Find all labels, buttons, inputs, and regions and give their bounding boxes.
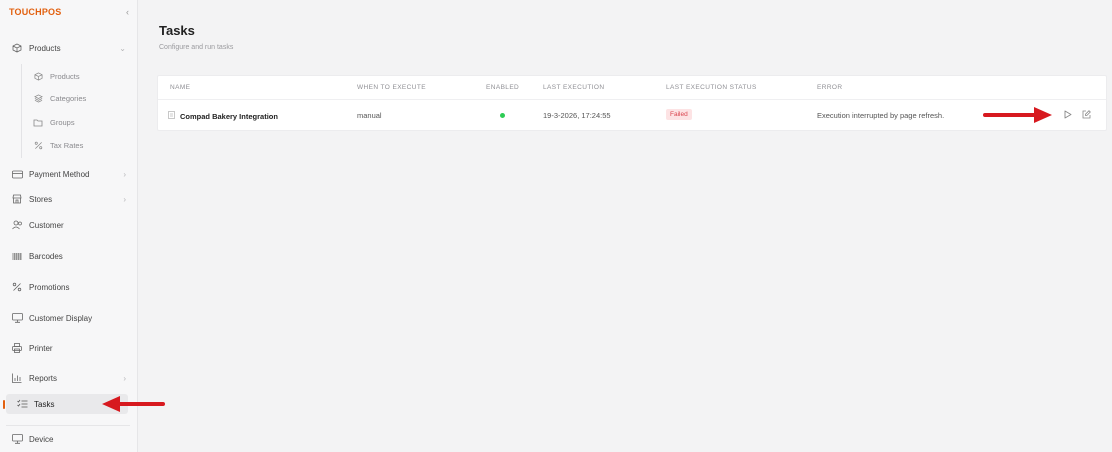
- play-icon: [1064, 110, 1071, 119]
- box-icon: [10, 41, 24, 55]
- sidebar-subitem-groups[interactable]: Groups: [0, 113, 138, 131]
- column-header-last-execution-status: LAST EXECUTION STATUS: [666, 84, 757, 91]
- barcode-icon: [10, 249, 24, 263]
- store-icon: [10, 192, 24, 206]
- sidebar-item-label: Promotions: [29, 282, 70, 292]
- sidebar-item-device[interactable]: Device: [0, 429, 138, 449]
- layers-icon: [32, 92, 44, 104]
- sidebar-item-tasks[interactable]: Tasks: [3, 394, 128, 414]
- sidebar-subitem-categories[interactable]: Categories: [0, 89, 138, 107]
- main-content: Tasks Configure and run tasks NAME WHEN …: [138, 0, 1112, 452]
- sidebar-header: TOUCHPOS ‹: [0, 0, 137, 24]
- box-icon: [32, 70, 44, 82]
- folder-icon: [32, 116, 44, 128]
- sidebar-subitem-tax-rates[interactable]: Tax Rates: [0, 136, 138, 154]
- task-name-cell: Compad Bakery Integration: [168, 111, 278, 121]
- sidebar-item-label: Products: [29, 43, 61, 53]
- sidebar-item-label: Barcodes: [29, 251, 63, 261]
- run-task-button[interactable]: [1061, 108, 1074, 121]
- enabled-status-dot: [500, 113, 505, 118]
- sidebar-item-customer[interactable]: Customer: [0, 215, 138, 235]
- sidebar-item-label: Payment Method: [29, 169, 90, 179]
- sidebar-item-label: Reports: [29, 373, 58, 383]
- sidebar-subitem-label: Groups: [50, 117, 75, 127]
- chevron-right-icon: ›: [123, 373, 126, 383]
- chevron-down-icon: ⌄: [119, 43, 126, 53]
- users-icon: [10, 218, 24, 232]
- active-indicator: [3, 400, 5, 409]
- sidebar-subitem-label: Products: [50, 71, 80, 81]
- chevron-right-icon: ›: [123, 169, 126, 179]
- column-header-when-to-execute: WHEN TO EXECUTE: [357, 84, 426, 91]
- sidebar-item-label: Device: [29, 434, 54, 444]
- edit-task-button[interactable]: [1080, 108, 1093, 121]
- document-icon: [168, 111, 175, 121]
- page-title: Tasks: [159, 23, 195, 38]
- table-header: NAME WHEN TO EXECUTE ENABLED LAST EXECUT…: [158, 76, 1106, 100]
- sidebar: TOUCHPOS ‹ Products ⌄ Products Categorie…: [0, 0, 138, 452]
- column-header-name: NAME: [170, 84, 191, 91]
- column-header-enabled: ENABLED: [486, 84, 520, 91]
- column-header-last-execution: LAST EXECUTION: [543, 84, 605, 91]
- monitor-icon: [10, 311, 24, 325]
- status-badge: Failed: [666, 109, 692, 120]
- monitor-icon: [10, 432, 24, 446]
- collapse-sidebar-icon[interactable]: ‹: [126, 7, 129, 17]
- sidebar-item-products[interactable]: Products ⌄: [0, 38, 138, 58]
- sidebar-item-stores[interactable]: Stores ›: [0, 189, 138, 209]
- edit-icon: [1082, 110, 1091, 119]
- sidebar-item-label: Customer: [29, 220, 64, 230]
- when-to-execute-cell: manual: [357, 111, 382, 120]
- sidebar-divider: [6, 425, 130, 426]
- sidebar-item-printer[interactable]: Printer: [0, 338, 138, 358]
- chevron-right-icon: ›: [123, 194, 126, 204]
- page-subtitle: Configure and run tasks: [159, 44, 234, 51]
- sidebar-item-payment-method[interactable]: Payment Method ›: [0, 164, 138, 184]
- task-name: Compad Bakery Integration: [180, 111, 278, 121]
- table-row[interactable]: Compad Bakery Integration manual 19-3-20…: [158, 100, 1106, 131]
- sidebar-item-label: Customer Display: [29, 313, 93, 323]
- chart-icon: [10, 371, 24, 385]
- last-execution-cell: 19-3-2026, 17:24:55: [543, 111, 611, 120]
- column-header-error: ERROR: [817, 84, 843, 91]
- sidebar-item-label: Printer: [29, 343, 53, 353]
- sidebar-item-promotions[interactable]: Promotions: [0, 277, 138, 297]
- error-cell: Execution interrupted by page refresh.: [817, 111, 945, 120]
- sidebar-subitem-products[interactable]: Products: [0, 67, 138, 85]
- percent-icon: [10, 280, 24, 294]
- brand-logo[interactable]: TOUCHPOS: [9, 7, 61, 17]
- tasks-table: NAME WHEN TO EXECUTE ENABLED LAST EXECUT…: [157, 75, 1107, 131]
- printer-icon: [10, 341, 24, 355]
- card-icon: [10, 167, 24, 181]
- sidebar-item-label: Tasks: [34, 399, 55, 409]
- sidebar-item-barcodes[interactable]: Barcodes: [0, 246, 138, 266]
- percent-icon: [32, 139, 44, 151]
- sidebar-item-label: Stores: [29, 194, 53, 204]
- sidebar-item-reports[interactable]: Reports ›: [0, 368, 138, 388]
- sidebar-subitem-label: Categories: [50, 93, 87, 103]
- tasks-icon: [15, 397, 29, 411]
- sidebar-subitem-label: Tax Rates: [50, 140, 84, 150]
- sidebar-item-customer-display[interactable]: Customer Display: [0, 308, 138, 328]
